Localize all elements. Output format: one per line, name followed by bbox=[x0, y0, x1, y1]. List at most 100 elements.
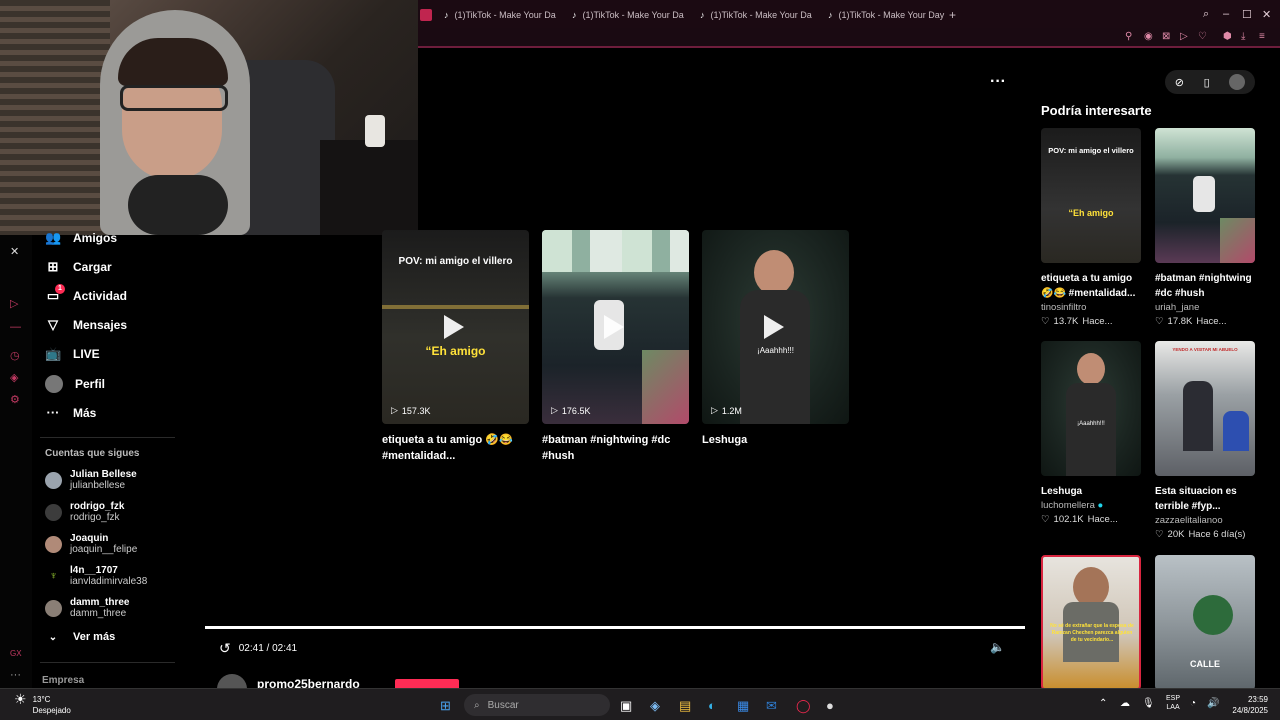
start-icon[interactable]: ⊞ bbox=[440, 698, 451, 714]
nav-item-live[interactable]: 📺 LIVE bbox=[45, 346, 100, 362]
tiktok-icon: ♪ bbox=[572, 10, 577, 20]
app-icon[interactable]: ● bbox=[826, 698, 834, 713]
company-link[interactable]: Empresa bbox=[42, 675, 84, 686]
phone-icon[interactable]: ▯ bbox=[1204, 76, 1210, 89]
compass-icon[interactable]: ⊘ bbox=[1175, 76, 1184, 89]
nav-item-profile[interactable]: Perfil bbox=[45, 375, 105, 393]
following-title: Cuentas que sigues bbox=[45, 448, 140, 459]
recommend-thumbnail[interactable]: POV: mi amigo el villero “Eh amigo bbox=[1041, 128, 1141, 263]
opera-sidebar-icon[interactable] bbox=[420, 9, 432, 21]
recommend-thumbnail[interactable]: CALLE bbox=[1155, 555, 1255, 690]
following-item[interactable]: rodrigo_fzk rodrigo_fzk bbox=[45, 501, 124, 523]
recommend-card[interactable]: ¡Aaahhh!!! Leshuga luchomellera ● ♡ 102.1… bbox=[1041, 341, 1143, 525]
pin-icon[interactable]: ⚲ bbox=[1125, 31, 1132, 42]
recommend-thumbnail[interactable]: ¡Aaahhh!!! bbox=[1041, 341, 1141, 476]
tiktok-icon: ♪ bbox=[828, 10, 833, 20]
browser-tab-2[interactable]: ♪ (1)TikTok - Make Your Da bbox=[572, 7, 684, 23]
blocker-icon[interactable]: ⊠ bbox=[1162, 31, 1170, 42]
recommend-card[interactable]: #batman #nightwing #dc #hush uriah_jane … bbox=[1155, 128, 1257, 327]
following-item[interactable]: Joaquin joaquin__felipe bbox=[45, 533, 137, 555]
messages-icon: ▽ bbox=[48, 317, 58, 332]
player-icon[interactable]: ▷ bbox=[10, 297, 18, 310]
recommend-card[interactable]: No sé de extrañar que la esposa de Ramza… bbox=[1041, 555, 1143, 690]
minimize-icon[interactable]: – bbox=[1223, 8, 1229, 20]
recommend-thumbnail[interactable]: No sé de extrañar que la esposa de Ramza… bbox=[1041, 555, 1141, 690]
gx-icon[interactable]: GX bbox=[10, 649, 22, 658]
video-thumbnail[interactable]: ▷ 176.5K bbox=[542, 230, 689, 424]
taskbar-search[interactable]: ⌕ Buscar bbox=[464, 694, 610, 716]
video-thumbnail[interactable]: POV: mi amigo el villero “Eh amigo ▷ 157.… bbox=[382, 230, 529, 424]
store-icon[interactable]: ▦ bbox=[737, 698, 749, 714]
recommend-thumbnail[interactable]: YENDO A VISITAR MI ABUELO bbox=[1155, 341, 1255, 476]
video-caption[interactable]: Leshuga bbox=[702, 432, 849, 448]
nav-item-friends[interactable]: 👥 Amigos bbox=[45, 230, 117, 246]
menu-icon[interactable]: ≡ bbox=[1259, 31, 1265, 42]
cloud-icon[interactable]: ☁ bbox=[1120, 698, 1130, 709]
friends-icon: 👥 bbox=[45, 230, 62, 245]
heart-icon[interactable]: ♡ bbox=[1198, 31, 1207, 42]
nav-item-upload[interactable]: ⊞ Cargar bbox=[45, 259, 112, 275]
play-icon bbox=[604, 315, 624, 339]
new-tab-button[interactable]: + bbox=[949, 7, 956, 23]
copilot-icon[interactable]: ◈ bbox=[650, 698, 660, 714]
language-indicator[interactable]: ESP LAA bbox=[1166, 694, 1180, 712]
download-icon[interactable]: ⤓ bbox=[1241, 31, 1245, 42]
mic-icon[interactable]: 🎙 bbox=[1142, 698, 1155, 709]
more-options-icon[interactable]: ··· bbox=[990, 73, 1006, 91]
browser-tab-3[interactable]: ♪ (1)TikTok - Make Your Da bbox=[700, 7, 812, 23]
recommend-card[interactable]: POV: mi amigo el villero “Eh amigo etiqu… bbox=[1041, 128, 1143, 327]
video-thumbnail[interactable]: ¡Aaahhh!!! ▷ 1.2M bbox=[702, 230, 849, 424]
recommend-card[interactable]: CALLE bbox=[1155, 555, 1257, 690]
maximize-icon[interactable]: ☐ bbox=[1242, 8, 1252, 21]
chevron-up-icon[interactable]: ⌃ bbox=[1099, 698, 1107, 709]
search-icon[interactable]: ⌕ bbox=[1203, 8, 1209, 21]
divider-icon: — bbox=[10, 321, 21, 333]
close-icon[interactable]: ✕ bbox=[1262, 8, 1271, 21]
recommend-thumbnail[interactable] bbox=[1155, 128, 1255, 263]
video-card[interactable]: ▷ 176.5K #batman #nightwing #dc #hush bbox=[542, 230, 689, 464]
browser-tab-4[interactable]: ♪ (1)TikTok - Make Your Day bbox=[828, 7, 944, 23]
live-icon: 📺 bbox=[45, 346, 62, 361]
recommend-card[interactable]: YENDO A VISITAR MI ABUELO Esta situacion… bbox=[1155, 341, 1257, 540]
outlook-icon[interactable]: ✉ bbox=[766, 698, 777, 714]
nav-item-activity[interactable]: ▭ 1 Actividad bbox=[45, 284, 127, 304]
nav-item-more[interactable]: ··· Más bbox=[45, 405, 97, 420]
user-avatar[interactable] bbox=[1229, 74, 1246, 90]
edge-icon[interactable]: ◐ bbox=[708, 698, 716, 713]
follow-button[interactable] bbox=[395, 679, 459, 688]
more-icon[interactable]: ··· bbox=[10, 669, 21, 681]
camera-icon[interactable]: ◉ bbox=[1144, 31, 1153, 42]
avatar: ♆ bbox=[45, 567, 62, 585]
following-item[interactable]: damm_three damm_three bbox=[45, 597, 129, 619]
video-caption[interactable]: #batman #nightwing #dc #hush bbox=[542, 432, 689, 464]
player-icon[interactable]: ▷ bbox=[1180, 31, 1188, 42]
following-item[interactable]: ♆ l4n__1707 ianvladimirvale38 bbox=[45, 565, 147, 587]
pinboard-icon[interactable]: ◈ bbox=[10, 371, 18, 384]
extensions-icon[interactable]: ⬢ bbox=[1223, 31, 1232, 42]
opera-gx-icon[interactable]: ◯ bbox=[796, 698, 811, 714]
video-card[interactable]: ¡Aaahhh!!! ▷ 1.2M Leshuga bbox=[702, 230, 849, 448]
video-caption[interactable]: etiqueta a tu amigo 🤣😂 #mentalidad... bbox=[382, 432, 529, 464]
heart-icon: ♡ bbox=[1155, 316, 1164, 327]
chevron-down-icon: ⌄ bbox=[48, 631, 58, 643]
see-more-button[interactable]: ⌄ Ver más bbox=[45, 631, 115, 643]
weather-icon: ☀ bbox=[14, 691, 27, 707]
speaker-icon[interactable]: 🔊 bbox=[1207, 698, 1219, 709]
history-icon[interactable]: ◷ bbox=[10, 349, 20, 362]
taskbar-clock[interactable]: 23:59 24/8/2025 bbox=[1232, 694, 1268, 716]
heart-icon: ♡ bbox=[1155, 529, 1164, 540]
task-view-icon[interactable]: ▣ bbox=[620, 698, 632, 714]
browser-tab-1[interactable]: ♪ (1)TikTok - Make Your Da bbox=[444, 7, 556, 23]
following-item[interactable]: Julian Bellese julianbellese bbox=[45, 469, 137, 491]
volume-icon[interactable]: 🔈 bbox=[990, 640, 1005, 654]
replay-icon[interactable]: ↺ bbox=[219, 640, 231, 657]
file-explorer-icon[interactable]: ▤ bbox=[679, 698, 691, 714]
video-progress-bar[interactable] bbox=[205, 626, 1025, 629]
wifi-icon[interactable]: ◔ bbox=[1190, 698, 1196, 709]
nav-item-messages[interactable]: ▽ Mensajes bbox=[45, 317, 127, 333]
weather-widget[interactable]: ☀ 13°C Despejado bbox=[14, 691, 71, 716]
video-card[interactable]: POV: mi amigo el villero “Eh amigo ▷ 157.… bbox=[382, 230, 529, 464]
settings-icon[interactable]: ⚙ bbox=[10, 393, 20, 406]
play-count-icon: ▷ bbox=[391, 405, 398, 415]
twitter-icon[interactable]: ✕ bbox=[10, 245, 19, 258]
